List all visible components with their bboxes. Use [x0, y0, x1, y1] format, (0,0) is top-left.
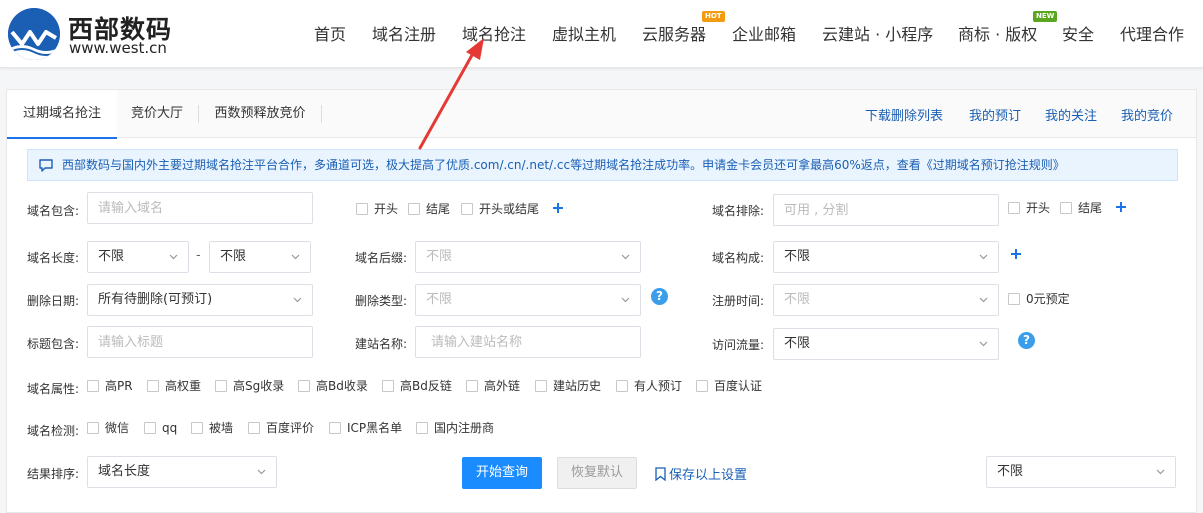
attr-site-history-checkbox[interactable]: 建站历史	[535, 380, 601, 393]
attr-high-weight-checkbox[interactable]: 高权重	[147, 380, 201, 393]
download-delete-list-link[interactable]: 下载删除列表	[865, 105, 943, 124]
nav-item-cloud-site[interactable]: 云建站 · 小程序	[822, 21, 933, 45]
domain-exclude-input[interactable]	[773, 194, 999, 226]
traffic-label: 访问流量:	[712, 338, 765, 352]
attr-high-bd-backlink-checkbox[interactable]: 高Bd反链	[382, 380, 452, 393]
hot-badge: HOT	[702, 11, 725, 22]
chevron-down-icon	[979, 254, 988, 260]
bookmark-icon	[655, 467, 666, 482]
detect-domestic-registrar-checkbox[interactable]: 国内注册商	[416, 422, 494, 435]
chevron-down-icon	[257, 469, 266, 475]
exclude-start-checkbox[interactable]: 开头	[1008, 202, 1050, 215]
my-follows-link[interactable]: 我的关注	[1045, 105, 1097, 124]
attr-baidu-verified-checkbox[interactable]: 百度认证	[696, 380, 762, 393]
domain-compose-select[interactable]: 不限	[773, 241, 999, 273]
search-button[interactable]: 开始查询	[462, 457, 542, 489]
domain-exclude-label: 域名排除:	[712, 204, 765, 218]
sort-label: 结果排序:	[27, 467, 80, 481]
nav-item-agent[interactable]: 代理合作	[1120, 21, 1184, 45]
page-size-select[interactable]: 不限	[986, 456, 1176, 488]
chevron-down-icon	[621, 297, 630, 303]
title-contains-label: 标题包含:	[27, 337, 80, 351]
brand-logo[interactable]: 西部数码 www.west.cn	[8, 6, 171, 60]
add-compose-rule-icon[interactable]	[1010, 248, 1022, 260]
tab-divider	[321, 105, 322, 123]
site-name-label: 建站名称:	[355, 337, 408, 351]
tab-auction-hall[interactable]: 竞价大厅	[117, 90, 197, 138]
contains-start-checkbox[interactable]: 开头	[356, 203, 398, 216]
nav-item-security[interactable]: 安全	[1062, 21, 1094, 45]
reset-button[interactable]: 恢复默认	[557, 457, 637, 489]
tab-west-prerelease[interactable]: 西数预释放竞价	[199, 90, 321, 138]
domain-contains-label: 域名包含:	[27, 204, 80, 218]
chevron-down-icon	[979, 297, 988, 303]
help-icon[interactable]: ?	[1018, 332, 1035, 349]
brand-logo-icon	[8, 8, 60, 60]
help-icon[interactable]: ?	[651, 288, 668, 305]
delete-date-select[interactable]: 所有待删除(可预订)	[87, 284, 313, 316]
main-nav: 首页 域名注册 域名抢注 虚拟主机 云服务器 HOT 企业邮箱 云建站 · 小程…	[300, 0, 1203, 68]
detect-qq-checkbox[interactable]: qq	[144, 422, 177, 435]
chevron-down-icon	[979, 341, 988, 347]
title-contains-input[interactable]	[87, 326, 313, 358]
notice-banner: 西部数码与国内外主要过期域名抢注平台合作，多通道可选，极大提高了优质.com/.…	[27, 149, 1178, 181]
detect-wechat-checkbox[interactable]: 微信	[87, 422, 129, 435]
delete-type-select[interactable]: 不限	[415, 284, 641, 316]
nav-item-virtual-host[interactable]: 虚拟主机	[552, 21, 616, 45]
my-reservations-link[interactable]: 我的预订	[969, 105, 1021, 124]
contains-end-checkbox[interactable]: 结尾	[408, 203, 450, 216]
exclude-end-checkbox[interactable]: 结尾	[1060, 202, 1102, 215]
chevron-down-icon	[291, 254, 300, 260]
detect-baidu-rating-checkbox[interactable]: 百度评价	[248, 422, 314, 435]
contains-start-or-end-checkbox[interactable]: 开头或结尾	[461, 203, 539, 216]
nav-item-domain-snap[interactable]: 域名抢注	[462, 21, 526, 45]
domain-suffix-label: 域名后缀:	[355, 251, 408, 265]
detect-icp-blacklist-checkbox[interactable]: ICP黑名单	[329, 422, 402, 435]
domain-compose-label: 域名构成:	[712, 251, 765, 265]
range-separator: -	[196, 248, 201, 263]
nav-item-home[interactable]: 首页	[314, 21, 346, 45]
domain-length-label: 域名长度:	[27, 251, 80, 265]
attr-high-external-link-checkbox[interactable]: 高外链	[466, 380, 520, 393]
domain-length-max-select[interactable]: 不限	[209, 241, 311, 273]
reg-time-select[interactable]: 不限	[773, 284, 999, 316]
domain-contains-input[interactable]	[87, 192, 313, 224]
nav-item-enterprise-mail[interactable]: 企业邮箱	[732, 21, 796, 45]
attr-high-pr-checkbox[interactable]: 高PR	[87, 380, 133, 393]
my-bids-link[interactable]: 我的竞价	[1121, 105, 1173, 124]
announcement-icon	[39, 159, 53, 172]
attributes-label: 域名属性:	[27, 382, 80, 396]
domain-length-min-select[interactable]: 不限	[87, 241, 189, 273]
nav-item-trademark[interactable]: 商标 · 版权	[958, 21, 1037, 45]
sort-select[interactable]: 域名长度	[87, 456, 277, 488]
attr-reserved-checkbox[interactable]: 有人预订	[616, 380, 682, 393]
chevron-down-icon	[621, 254, 630, 260]
add-contains-rule-icon[interactable]	[552, 202, 564, 214]
delete-type-label: 删除类型:	[355, 294, 408, 308]
site-name-input[interactable]	[415, 326, 641, 358]
chevron-down-icon	[1156, 469, 1165, 475]
detect-blocked-checkbox[interactable]: 被墙	[191, 422, 233, 435]
chevron-down-icon	[169, 254, 178, 260]
add-exclude-rule-icon[interactable]	[1115, 201, 1127, 213]
reg-time-label: 注册时间:	[712, 294, 765, 308]
tab-expired-domain-snap[interactable]: 过期域名抢注	[7, 90, 117, 139]
attr-high-bd-index-checkbox[interactable]: 高Bd收录	[298, 380, 368, 393]
attr-high-sg-index-checkbox[interactable]: 高Sg收录	[215, 380, 284, 393]
save-settings-link[interactable]: 保存以上设置	[655, 464, 747, 483]
top-header: 西部数码 www.west.cn 首页 域名注册 域名抢注 虚拟主机 云服务器 …	[0, 0, 1203, 68]
traffic-select[interactable]: 不限	[773, 328, 999, 360]
snap-search-panel: 过期域名抢注 竞价大厅 西数预释放竞价 下载删除列表 我的预订 我的关注 我的竞…	[6, 89, 1197, 513]
brand-url: www.west.cn	[69, 39, 167, 57]
domain-suffix-select[interactable]: 不限	[415, 241, 641, 273]
notice-text[interactable]: 西部数码与国内外主要过期域名抢注平台合作，多通道可选，极大提高了优质.com/.…	[62, 158, 1065, 172]
tab-bar: 过期域名抢注 竞价大厅 西数预释放竞价 下载删除列表 我的预订 我的关注 我的竞…	[7, 90, 1196, 139]
new-badge: NEW	[1033, 11, 1058, 22]
nav-item-domain-register[interactable]: 域名注册	[372, 21, 436, 45]
nav-item-cloud-server[interactable]: 云服务器	[642, 21, 706, 45]
delete-date-label: 删除日期:	[27, 294, 80, 308]
detection-label: 域名检测:	[27, 424, 80, 438]
chevron-down-icon	[293, 297, 302, 303]
zero-cost-reserve-checkbox[interactable]: 0元预定	[1008, 293, 1070, 306]
